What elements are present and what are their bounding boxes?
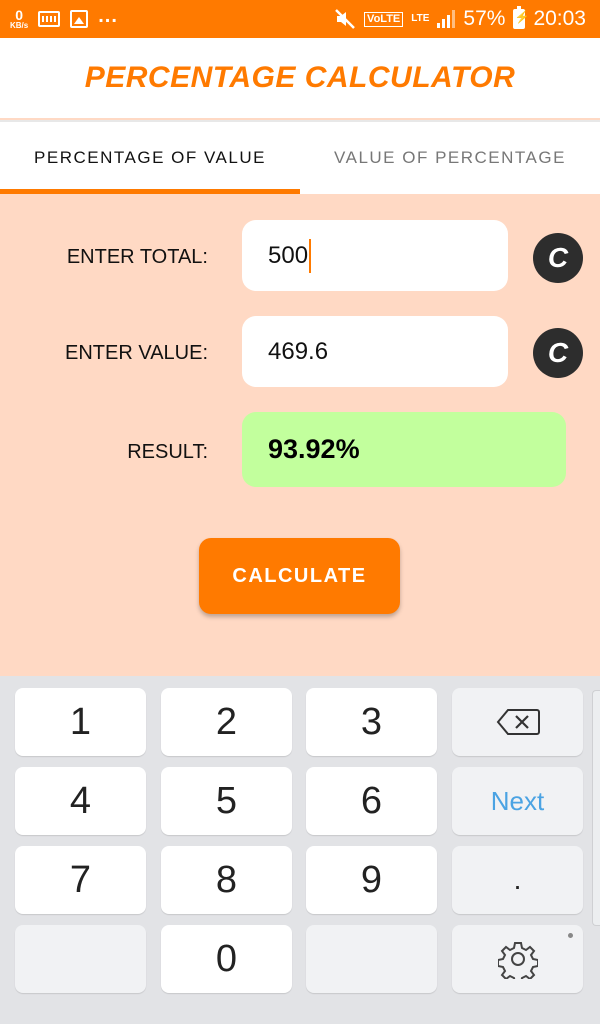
tab-percentage-of-value[interactable]: PERCENTAGE OF VALUE xyxy=(0,122,300,194)
tab-bar: PERCENTAGE OF VALUE VALUE OF PERCENTAGE xyxy=(0,120,600,194)
network-speed-value: 0 xyxy=(15,7,24,23)
numeric-keyboard: 1 2 3 4 5 6 Next 7 8 9 . 0 xyxy=(0,676,600,1024)
total-label: ENTER TOTAL: xyxy=(66,246,208,268)
clock: 20:03 xyxy=(533,7,586,30)
clear-value-button[interactable]: C xyxy=(533,328,583,378)
status-bar-right: VoLTE LTE 57% 20:03 xyxy=(334,4,586,34)
keyboard-icon xyxy=(38,11,61,27)
lte-indicator: LTE xyxy=(411,13,430,24)
app-title: PERCENTAGE CALCULATOR xyxy=(84,61,516,94)
battery-charging-icon xyxy=(513,6,529,29)
key-9[interactable]: 9 xyxy=(306,846,437,914)
blank-key-left[interactable] xyxy=(15,925,146,993)
image-icon xyxy=(70,10,89,28)
result-display: 93.92% xyxy=(242,412,566,487)
more-notifications-indicator: ... xyxy=(98,4,118,27)
app-bar: PERCENTAGE CALCULATOR xyxy=(0,38,600,118)
value-input-value: 469.6 xyxy=(268,337,329,365)
settings-hint-dot xyxy=(568,933,573,938)
key-5[interactable]: 5 xyxy=(161,767,292,835)
text-cursor xyxy=(309,238,312,273)
result-label: RESULT: xyxy=(127,441,208,463)
status-bar: 0 KB/s ... VoLTE LTE 57% 20:03 xyxy=(0,0,600,38)
value-input[interactable]: 469.6 xyxy=(242,316,508,387)
total-input[interactable]: 500 xyxy=(242,220,508,291)
key-4[interactable]: 4 xyxy=(15,767,146,835)
next-key[interactable]: Next xyxy=(452,767,583,835)
decimal-key[interactable]: . xyxy=(452,846,583,914)
network-speed-unit: KB/s xyxy=(10,21,29,30)
key-7[interactable]: 7 xyxy=(15,846,146,914)
battery-percent: 57% xyxy=(463,7,506,30)
volte-indicator: VoLTE xyxy=(364,11,404,27)
blank-key-right[interactable] xyxy=(306,925,437,993)
key-6[interactable]: 6 xyxy=(306,767,437,835)
key-8[interactable]: 8 xyxy=(161,846,292,914)
key-2[interactable]: 2 xyxy=(161,688,292,756)
key-1[interactable]: 1 xyxy=(15,688,146,756)
backspace-icon xyxy=(496,709,540,735)
backspace-key[interactable] xyxy=(452,688,583,756)
tab-value-of-percentage[interactable]: VALUE OF PERCENTAGE xyxy=(300,122,600,194)
status-bar-left: 0 KB/s ... xyxy=(10,4,118,34)
signal-icon xyxy=(437,10,456,28)
value-label: ENTER VALUE: xyxy=(65,342,208,364)
key-3[interactable]: 3 xyxy=(306,688,437,756)
settings-key[interactable] xyxy=(452,925,583,993)
mute-icon xyxy=(335,9,355,29)
key-0[interactable]: 0 xyxy=(161,925,292,993)
keyboard-edge-handle[interactable] xyxy=(592,690,600,926)
total-input-value: 500 xyxy=(268,241,309,269)
network-speed: 0 KB/s xyxy=(10,8,28,30)
calculate-button[interactable]: CALCULATE xyxy=(199,538,400,614)
clear-total-button[interactable]: C xyxy=(533,233,583,283)
gear-icon xyxy=(497,942,538,979)
result-value: 93.92% xyxy=(268,434,360,464)
